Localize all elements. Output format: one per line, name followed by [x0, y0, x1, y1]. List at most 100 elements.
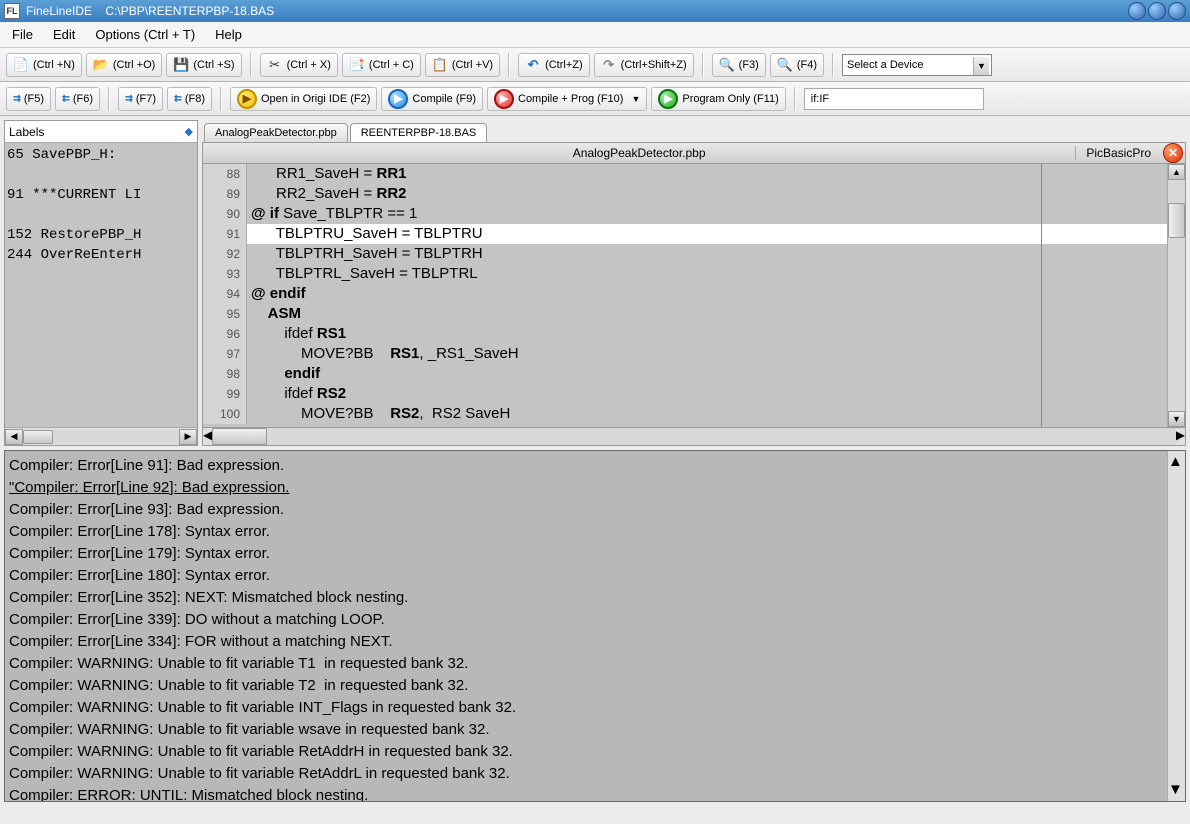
output-line: Compiler: Error[Line 93]: Bad expression…: [9, 499, 1181, 521]
toolbar-2: ⇉(F5) ⇇(F6) ⇉(F7) ⇇(F8) ▶Open in Origi I…: [0, 82, 1190, 116]
line-text: TBLPTRH_SaveH = TBLPTRH: [247, 244, 1167, 264]
scroll-track[interactable]: [1168, 180, 1185, 411]
output-line: Compiler: WARNING: Unable to fit variabl…: [9, 763, 1181, 785]
menu-file[interactable]: File: [6, 24, 39, 45]
tab-reenter[interactable]: REENTERPBP-18.BAS: [350, 123, 488, 142]
scroll-thumb[interactable]: [1168, 203, 1185, 238]
code-line[interactable]: 93 TBLPTRL_SaveH = TBLPTRL: [203, 264, 1167, 284]
toolbar-separator: [250, 53, 252, 77]
compile-button[interactable]: ▶Compile (F9): [381, 87, 483, 111]
output-line: Compiler: WARNING: Unable to fit variabl…: [9, 675, 1181, 697]
scroll-down-button[interactable]: ▼: [1168, 411, 1185, 427]
scroll-right-button[interactable]: ▶: [179, 429, 197, 445]
scroll-down-button[interactable]: ▼: [1168, 779, 1185, 801]
tab-analog[interactable]: AnalogPeakDetector.pbp: [204, 123, 348, 142]
output-line: Compiler: Error[Line 179]: Syntax error.: [9, 543, 1181, 565]
paste-icon: 📋: [432, 57, 448, 73]
code-editor[interactable]: 88 RR1_SaveH = RR189 RR2_SaveH = RR290@ …: [203, 164, 1167, 427]
scroll-thumb[interactable]: [212, 428, 267, 445]
line-number: 93: [203, 264, 247, 284]
output-line: Compiler: WARNING: Unable to fit variabl…: [9, 697, 1181, 719]
code-line[interactable]: 91 TBLPTRU_SaveH = TBLPTRU: [203, 224, 1167, 244]
indent-right-button[interactable]: ⇉(F7): [118, 87, 163, 111]
menu-options[interactable]: Options (Ctrl + T): [89, 24, 201, 45]
scroll-up-button[interactable]: ▲: [1168, 451, 1185, 473]
labels-dropdown[interactable]: Labels ◆: [5, 121, 197, 143]
code-line[interactable]: 100 MOVE?BB RS2, RS2 SaveH: [203, 404, 1167, 424]
paste-label: (Ctrl +V): [452, 59, 493, 71]
save-button[interactable]: 💾 (Ctrl +S): [166, 53, 241, 77]
line-text: ifdef RS1: [247, 324, 1167, 344]
close-button[interactable]: [1168, 2, 1186, 20]
code-line[interactable]: 99 ifdef RS2: [203, 384, 1167, 404]
open-origi-button[interactable]: ▶Open in Origi IDE (F2): [230, 87, 377, 111]
toolbar-separator: [702, 53, 704, 77]
close-file-button[interactable]: ✕: [1163, 143, 1183, 163]
open-icon: 📂: [93, 57, 109, 73]
copy-button[interactable]: 📑(Ctrl + C): [342, 53, 421, 77]
code-line[interactable]: 94@ endif: [203, 284, 1167, 304]
indent-left2-button[interactable]: ⇇(F6): [55, 87, 100, 111]
scroll-up-button[interactable]: ▲: [1168, 164, 1185, 180]
scroll-right-button[interactable]: ▶: [1176, 428, 1185, 445]
indent-left-icon: ⇇: [62, 91, 69, 106]
editor-vscroll[interactable]: ▲ ▼: [1167, 164, 1185, 427]
zoom-in-button[interactable]: 🔍(F3): [712, 53, 766, 77]
paste-button[interactable]: 📋 (Ctrl +V): [425, 53, 500, 77]
line-text: ifdef RS2: [247, 384, 1167, 404]
code-line[interactable]: 96 ifdef RS1: [203, 324, 1167, 344]
maximize-button[interactable]: [1148, 2, 1166, 20]
indent-right2-button[interactable]: ⇇(F8): [167, 87, 212, 111]
scroll-track[interactable]: [1168, 473, 1185, 779]
code-line[interactable]: 98 endif: [203, 364, 1167, 384]
labels-panel: Labels ◆ 65 SavePBP_H: 91 ***CURRENT LI …: [4, 120, 198, 446]
code-line[interactable]: 90@ if Save_TBLPTR == 1: [203, 204, 1167, 224]
editor-hscroll[interactable]: ◀ ▶: [202, 428, 1186, 446]
undo-button[interactable]: ↶(Ctrl+Z): [518, 53, 590, 77]
output-line: Compiler: WARNING: Unable to fit variabl…: [9, 741, 1181, 763]
output-panel[interactable]: ▲ ▼ Compiler: Error[Line 91]: Bad expres…: [4, 450, 1186, 802]
titlebar: FL FineLineIDE C:\PBP\REENTERPBP-18.BAS: [0, 0, 1190, 22]
code-line[interactable]: 88 RR1_SaveH = RR1: [203, 164, 1167, 184]
save-label: (Ctrl +S): [193, 59, 234, 71]
labels-hscroll[interactable]: ◀ ▶: [5, 427, 197, 445]
main-area: Labels ◆ 65 SavePBP_H: 91 ***CURRENT LI …: [0, 116, 1190, 450]
indent-right-icon: ⇉: [125, 91, 132, 106]
code-line[interactable]: 97 MOVE?BB RS1, _RS1_SaveH: [203, 344, 1167, 364]
line-text: @ if Save_TBLPTR == 1: [247, 204, 1167, 224]
code-line[interactable]: 95 ASM: [203, 304, 1167, 324]
scroll-track[interactable]: [212, 428, 1176, 445]
scroll-left-button[interactable]: ◀: [203, 428, 212, 445]
line-text: RR1_SaveH = RR1: [247, 164, 1167, 184]
open-origi-icon: ▶: [237, 89, 257, 109]
code-line[interactable]: 92 TBLPTRH_SaveH = TBLPTRH: [203, 244, 1167, 264]
line-text: MOVE?BB RS2, RS2 SaveH: [247, 404, 1167, 424]
indent-left-button[interactable]: ⇉(F5): [6, 87, 51, 111]
device-select[interactable]: Select a Device ▼: [842, 54, 992, 76]
menu-edit[interactable]: Edit: [47, 24, 81, 45]
scroll-track[interactable]: [23, 430, 179, 444]
f8-label: (F8): [185, 93, 205, 105]
code-line[interactable]: 89 RR2_SaveH = RR2: [203, 184, 1167, 204]
scroll-thumb[interactable]: [23, 430, 53, 444]
zoom-out-button[interactable]: 🔍(F4): [770, 53, 824, 77]
minimize-button[interactable]: [1128, 2, 1146, 20]
file-header: AnalogPeakDetector.pbp PicBasicPro ✕: [202, 142, 1186, 164]
if-text: if:IF: [811, 93, 829, 105]
output-vscroll[interactable]: ▲ ▼: [1167, 451, 1185, 801]
line-number: 92: [203, 244, 247, 264]
device-select-value: Select a Device: [847, 59, 923, 71]
scroll-left-button[interactable]: ◀: [5, 429, 23, 445]
cut-button[interactable]: ✂(Ctrl + X): [260, 53, 338, 77]
open-button[interactable]: 📂(Ctrl +O): [86, 53, 162, 77]
if-textbox[interactable]: if:IF: [804, 88, 984, 110]
labels-list[interactable]: 65 SavePBP_H: 91 ***CURRENT LI 152 Resto…: [5, 143, 197, 427]
save-icon: 💾: [173, 57, 189, 73]
compile-prog-button[interactable]: ▶Compile + Prog (F10)▼: [487, 87, 647, 111]
program-only-button[interactable]: ▶Program Only (F11): [651, 87, 785, 111]
window-title: FineLineIDE C:\PBP\REENTERPBP-18.BAS: [26, 4, 274, 18]
output-line: Compiler: Error[Line 91]: Bad expression…: [9, 455, 1181, 477]
new-button[interactable]: 📄(Ctrl +N): [6, 53, 82, 77]
redo-button[interactable]: ↷(Ctrl+Shift+Z): [594, 53, 694, 77]
menu-help[interactable]: Help: [209, 24, 248, 45]
